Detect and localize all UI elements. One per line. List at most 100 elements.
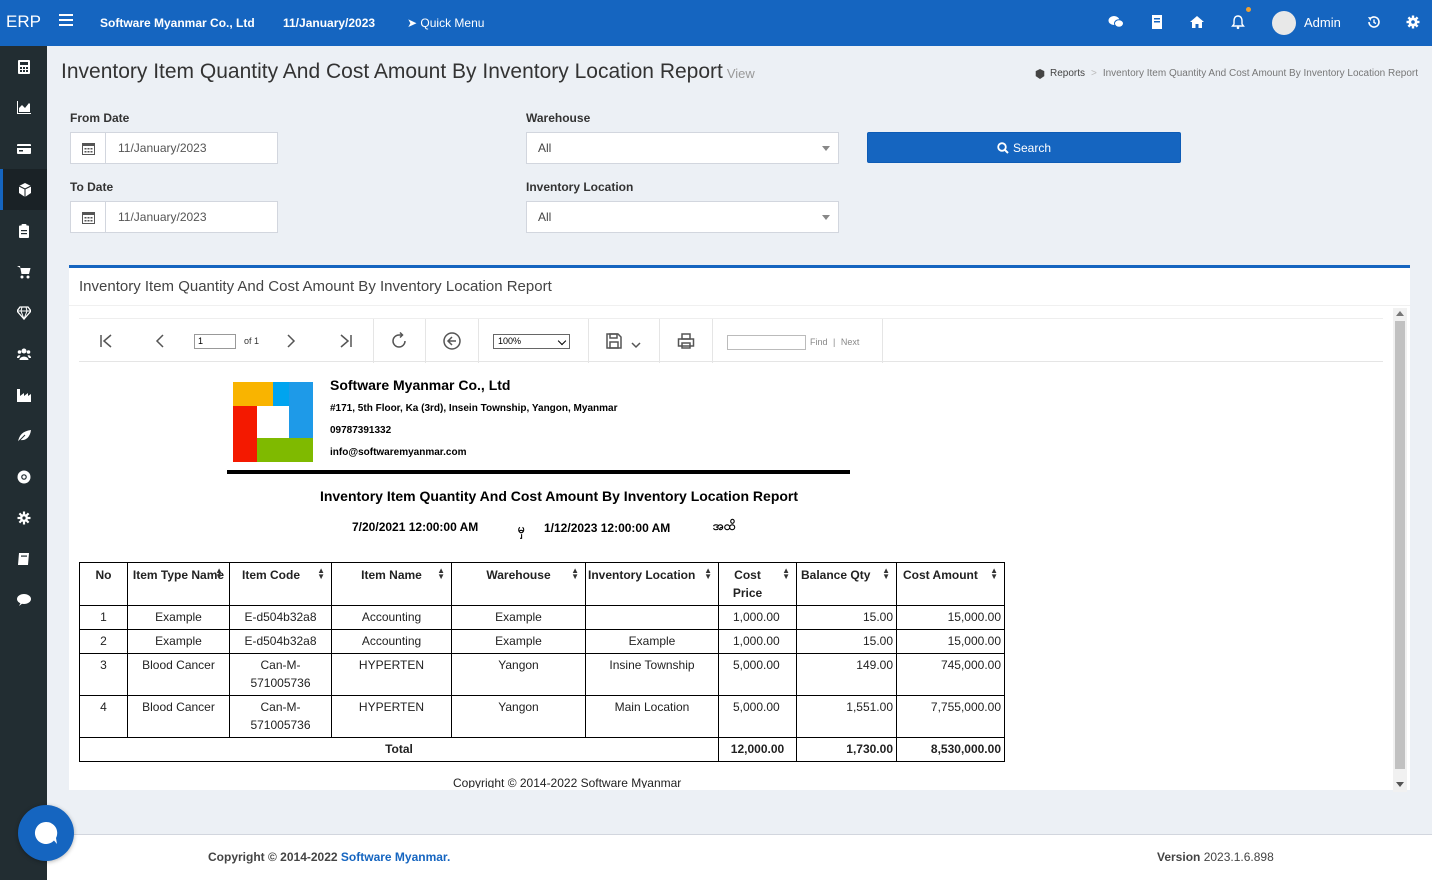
zoom-select[interactable]: 100% [493, 334, 570, 349]
quick-menu-button[interactable]: ➤ Quick Menu [407, 0, 484, 46]
credit-card-icon[interactable] [0, 128, 47, 169]
cell-item-code: E-d504b32a8 [229, 605, 332, 630]
back-icon[interactable] [440, 329, 464, 353]
zoom-value: 100% [498, 336, 522, 346]
previous-page-button[interactable] [148, 329, 172, 353]
report-table: No Item Type Name ▲ ▼ Item Code ▲ ▼ Item Nam… [79, 562, 1005, 762]
bell-icon[interactable] [1230, 14, 1246, 30]
clipboard-icon[interactable] [0, 210, 47, 251]
scroll-down-icon[interactable] [1396, 782, 1404, 787]
first-page-button[interactable] [94, 329, 118, 353]
footer-brand-link[interactable]: Software Myanmar. [341, 850, 450, 864]
column-header-warehouse[interactable]: Warehouse ▲ ▼ [451, 562, 586, 606]
column-header-item-type[interactable]: Item Type Name ▲ ▼ [127, 562, 230, 606]
table-row: 4 Blood Cancer Can-M-571005736 HYPERTEN … [79, 695, 1005, 738]
comment-icon[interactable] [0, 579, 47, 620]
inventory-location-select[interactable]: All [526, 201, 839, 233]
cell-no: 2 [79, 629, 128, 654]
scrollbar-thumb[interactable] [1395, 321, 1405, 769]
refresh-icon[interactable] [387, 329, 411, 353]
company-name[interactable]: Software Myanmar Co., Ltd [100, 0, 255, 46]
users-icon[interactable] [0, 333, 47, 374]
chevron-down-icon [822, 215, 830, 220]
app-logo[interactable]: ERP [0, 0, 47, 46]
cell-cost-price: 1,000.00 [718, 605, 797, 630]
header-rule [227, 470, 850, 474]
total-cost-price: 12,000.00 [718, 737, 797, 762]
report-from-suffix: မှ [518, 522, 525, 536]
diamond-icon[interactable] [0, 292, 47, 333]
save-icon[interactable] [602, 329, 626, 353]
find-input[interactable] [727, 335, 806, 350]
cell-cost-price: 5,000.00 [718, 695, 797, 738]
warehouse-value: All [538, 141, 552, 155]
column-header-item-name[interactable]: Item Name ▲ ▼ [331, 562, 452, 606]
wechat-icon[interactable] [1108, 14, 1124, 30]
to-date-label: To Date [70, 180, 114, 194]
report-email: info@softwaremyanmar.com [330, 447, 467, 458]
inventory-location-value: All [538, 210, 552, 224]
calculator-icon[interactable] [0, 46, 47, 87]
avatar[interactable] [1272, 11, 1296, 35]
page-count: of 1 [244, 336, 260, 346]
search-button[interactable]: Search [867, 132, 1181, 163]
cell-item-name: HYPERTEN [331, 653, 452, 696]
page-number-input[interactable]: 1 [194, 334, 236, 349]
column-header-cost-price[interactable]: Cost Price ▲ ▼ [718, 562, 797, 606]
calendar-icon[interactable] [71, 133, 106, 163]
chart-icon[interactable] [0, 87, 47, 128]
company-logo [233, 382, 313, 462]
last-page-button[interactable] [334, 329, 358, 353]
cube-icon[interactable] [0, 169, 47, 210]
cell-warehouse: Yangon [451, 695, 586, 738]
report-viewer: 1 of 1 100% Find | Next Software Myanmar… [79, 318, 1393, 788]
breadcrumb-reports-label: Reports [1049, 68, 1085, 79]
scroll-up-icon[interactable] [1396, 311, 1404, 316]
footer-version: Version 2023.1.6.898 [1157, 850, 1274, 864]
cube-icon [1035, 68, 1045, 79]
breadcrumb-reports[interactable]: Reports [1035, 68, 1085, 79]
gear-icon[interactable] [1405, 14, 1421, 30]
toolbar-separator [478, 319, 479, 363]
column-header-no[interactable]: No [79, 562, 128, 606]
menu-icon[interactable] [59, 14, 73, 28]
next-page-button[interactable] [279, 329, 303, 353]
chevron-down-icon[interactable] [624, 333, 648, 357]
chat-button[interactable] [18, 805, 74, 861]
cell-item-code: E-d504b32a8 [229, 629, 332, 654]
chat-bubble-icon [34, 821, 58, 844]
breadcrumb: Reports > Inventory Item Quantity And Co… [1035, 68, 1418, 79]
column-header-item-code[interactable]: Item Code ▲ ▼ [229, 562, 332, 606]
cell-location: Insine Township [585, 653, 719, 696]
page-subtitle: View [726, 66, 755, 81]
cell-cost-amount: 745,000.00 [896, 653, 1005, 696]
sort-icon: ▲ ▼ [317, 566, 325, 581]
support-icon[interactable] [0, 456, 47, 497]
home-icon[interactable] [1189, 14, 1205, 30]
settings-icon[interactable] [0, 497, 47, 538]
user-name[interactable]: Admin [1304, 0, 1341, 46]
from-date-field[interactable]: 11/January/2023 [70, 132, 278, 164]
book-icon[interactable] [0, 538, 47, 579]
cell-warehouse: Example [451, 629, 586, 654]
viewer-scrollbar[interactable] [1393, 308, 1407, 792]
total-cost-amount: 8,530,000.00 [896, 737, 1005, 762]
warehouse-select[interactable]: All [526, 132, 839, 164]
industry-icon[interactable] [0, 374, 47, 415]
find-next-button[interactable]: Next [841, 337, 860, 347]
leaf-icon[interactable] [0, 415, 47, 456]
find-button[interactable]: Find [810, 337, 828, 347]
print-icon[interactable] [674, 329, 698, 353]
cart-icon[interactable] [0, 251, 47, 292]
column-header-balance-qty[interactable]: Balance Qty ▲ ▼ [796, 562, 897, 606]
calendar-icon[interactable] [71, 202, 106, 232]
cell-item-type: Blood Cancer [127, 653, 230, 696]
column-header-inventory-location[interactable]: Inventory Location ▲ ▼ [585, 562, 719, 606]
history-icon[interactable] [1366, 14, 1382, 30]
book-icon[interactable] [1150, 14, 1166, 30]
to-date-value: 11/January/2023 [118, 210, 207, 224]
to-date-field[interactable]: 11/January/2023 [70, 201, 278, 233]
column-header-cost-amount[interactable]: Cost Amount ▲ ▼ [896, 562, 1005, 606]
search-icon [997, 141, 1009, 154]
cell-cost-price: 5,000.00 [718, 653, 797, 696]
